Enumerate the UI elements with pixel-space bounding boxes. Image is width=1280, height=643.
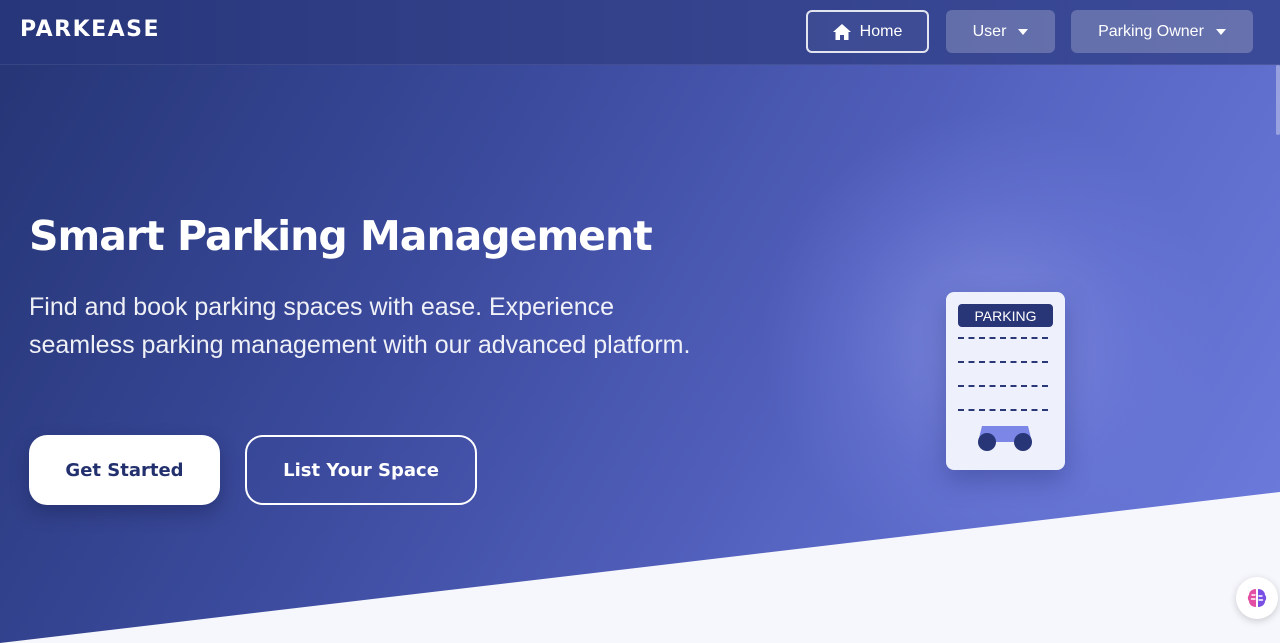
nav-owner-label: Parking Owner <box>1098 22 1204 40</box>
parking-sign-label: PARKING <box>958 304 1053 327</box>
parking-lane-line <box>958 409 1048 411</box>
brand-logo[interactable]: PARKEASE <box>20 17 160 42</box>
nav-user-label: User <box>972 22 1007 40</box>
nav-parking-owner-dropdown[interactable]: Parking Owner <box>1071 10 1253 53</box>
nav-home-button[interactable]: Home <box>806 10 929 53</box>
brain-icon <box>1247 589 1267 607</box>
list-your-space-button[interactable]: List Your Space <box>245 435 477 505</box>
hero-subtitle: Find and book parking spaces with ease. … <box>29 293 691 359</box>
home-icon <box>832 23 851 40</box>
chevron-down-icon <box>1018 28 1029 35</box>
car-icon <box>978 426 1032 451</box>
parking-illustration: PARKING <box>946 292 1065 470</box>
nav-home-label: Home <box>859 22 903 40</box>
hero-title: Smart Parking Management <box>29 212 653 260</box>
parking-lane-line <box>958 385 1048 387</box>
top-navbar: PARKEASE Home User Parking Owner <box>0 0 1280 65</box>
scrollbar-thumb[interactable] <box>1276 65 1280 135</box>
parking-lane-line <box>958 337 1048 339</box>
parking-lane-line <box>958 361 1048 363</box>
chevron-down-icon <box>1215 28 1226 35</box>
nav-user-dropdown[interactable]: User <box>946 10 1055 53</box>
assistant-fab-button[interactable] <box>1236 577 1278 619</box>
get-started-button[interactable]: Get Started <box>29 435 220 505</box>
